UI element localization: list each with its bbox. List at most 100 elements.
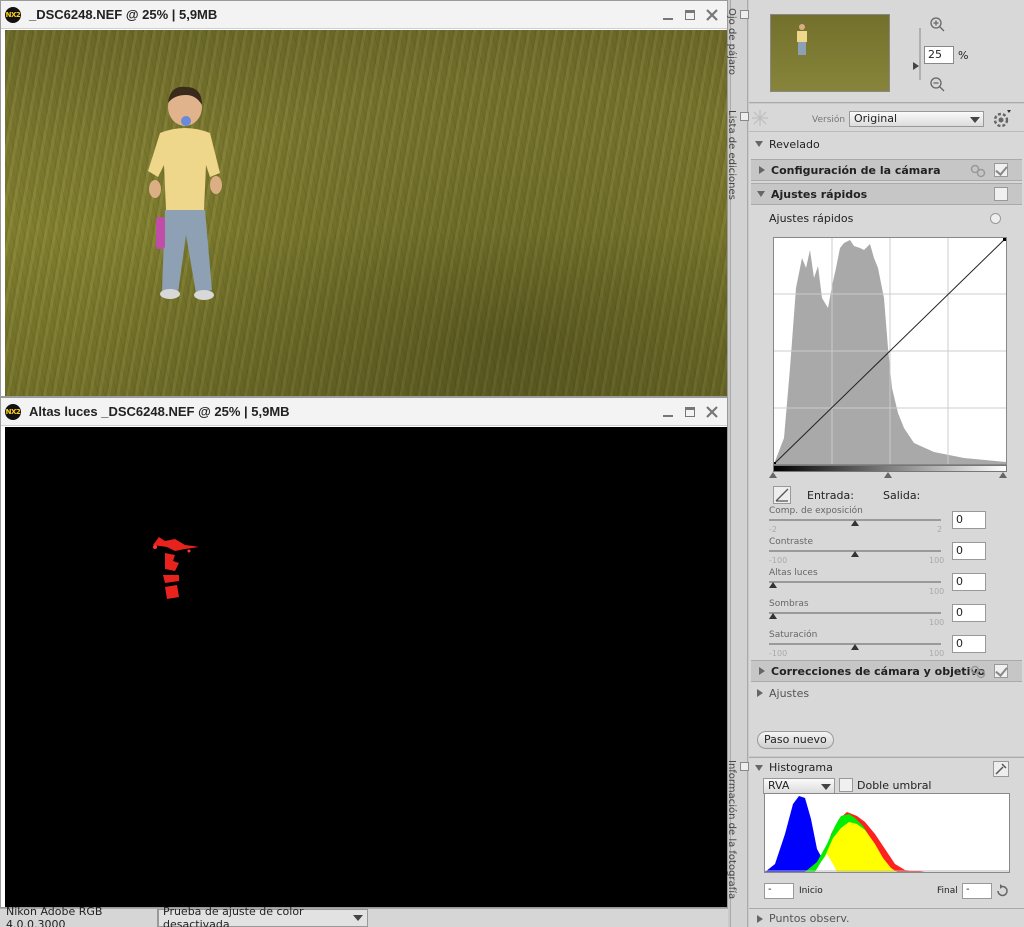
slider-thumb[interactable]	[851, 520, 859, 526]
birdseye-thumbnail[interactable]	[770, 14, 890, 92]
saturation-value[interactable]: 0	[952, 635, 986, 653]
tab-editlist[interactable]: Lista de ediciones	[726, 106, 749, 226]
histogram-header[interactable]: Histograma	[753, 761, 833, 774]
channel-select[interactable]: RVA	[763, 778, 835, 794]
nx-logo-icon: NX2	[5, 403, 21, 420]
quick-adjust-sublabel: Ajustes rápidos	[769, 212, 854, 225]
output-label: Salida:	[883, 489, 921, 502]
collapse-icon	[740, 762, 749, 771]
window-title: Altas luces _DSC6248.NEF @ 25% | 5,9MB	[29, 404, 290, 419]
shadows-control: Sombras 100 0	[769, 599, 1019, 630]
close-button[interactable]	[705, 8, 719, 22]
link-icon[interactable]	[970, 665, 986, 679]
highlights-canvas[interactable]	[5, 427, 727, 907]
expand-down-icon	[757, 191, 765, 197]
zoom-out-icon[interactable]	[929, 76, 945, 92]
new-step-button[interactable]: Paso nuevo	[757, 731, 834, 749]
sparkle-icon	[752, 110, 768, 126]
section-camera-settings[interactable]: Configuración de la cámara	[751, 159, 1022, 181]
child-figure	[148, 86, 222, 300]
zoom-input[interactable]: 25	[924, 46, 954, 64]
photo-canvas[interactable]	[5, 30, 727, 396]
tab-birdseye[interactable]: Ojo de pájaro	[726, 4, 749, 100]
slider-thumb[interactable]	[769, 613, 777, 619]
highlight-clip-marks	[153, 537, 199, 599]
document-window-main[interactable]: NX2 _DSC6248.NEF @ 25% | 5,9MB	[0, 0, 728, 397]
slider-track[interactable]	[769, 612, 941, 614]
close-icon	[706, 405, 718, 418]
input-output-row: Entrada: Salida:	[773, 486, 1013, 504]
tone-curve[interactable]	[772, 237, 1007, 466]
double-threshold-label: Doble umbral	[857, 779, 932, 792]
chevron-down-icon	[821, 784, 831, 790]
zoom-slider[interactable]	[912, 26, 924, 82]
section-camera-lens[interactable]: Correcciones de cámara y objetivo	[751, 660, 1022, 682]
camera-lens-checkbox[interactable]	[994, 664, 1008, 678]
link-icon[interactable]	[970, 164, 986, 178]
window-title: _DSC6248.NEF @ 25% | 5,9MB	[29, 7, 218, 22]
highlights-value[interactable]: 0	[952, 573, 986, 591]
section-revelado[interactable]: Revelado	[749, 133, 1024, 155]
minimize-button[interactable]	[661, 405, 675, 419]
start-input[interactable]: -	[764, 883, 794, 899]
curve-tool-button[interactable]	[773, 486, 791, 504]
start-label: Inicio	[799, 886, 823, 896]
reset-icon[interactable]	[995, 884, 1009, 898]
eyedropper-icon	[995, 763, 1007, 775]
gear-icon[interactable]	[991, 108, 1013, 130]
midpoint-handle[interactable]	[884, 472, 892, 478]
document-window-highlights[interactable]: NX2 Altas luces _DSC6248.NEF @ 25% | 5,9…	[0, 397, 728, 908]
collapse-icon	[740, 112, 749, 121]
input-label: Entrada:	[807, 489, 854, 502]
section-watch-points[interactable]: Puntos observ.	[749, 908, 1024, 927]
maximize-button[interactable]	[683, 405, 697, 419]
histogram-tool-button[interactable]	[993, 761, 1009, 777]
zoom-unit: %	[958, 49, 969, 62]
slider-track[interactable]	[769, 581, 941, 583]
close-button[interactable]	[705, 405, 719, 419]
zoom-in-icon[interactable]	[929, 16, 945, 32]
proof-dropdown[interactable]: Prueba de ajuste de color desactivada	[158, 905, 368, 927]
chevron-down-icon	[353, 915, 363, 921]
window-titlebar[interactable]: NX2 Altas luces _DSC6248.NEF @ 25% | 5,9…	[1, 398, 727, 426]
highlights-control: Altas luces 100 0	[769, 568, 1019, 599]
status-bar: Nikon Adobe RGB 4.0.0.3000 Prueba de aju…	[0, 905, 728, 927]
white-point-handle[interactable]	[999, 472, 1007, 478]
section-ajustes[interactable]: Ajustes	[749, 682, 1024, 704]
curve-graph	[772, 237, 1007, 466]
quick-adjust-checkbox[interactable]	[994, 187, 1008, 201]
shadows-value[interactable]: 0	[952, 604, 986, 622]
histogram-panel: Histograma RVA Doble umbral - Inicio Fin…	[749, 757, 1024, 927]
slider-thumb[interactable]	[851, 551, 859, 557]
slider-thumb[interactable]	[769, 582, 777, 588]
input-gradient-bar	[773, 465, 1007, 472]
expand-right-icon	[759, 667, 765, 675]
expand-right-icon	[757, 914, 763, 923]
saturation-control: Saturación -100 100 0	[769, 630, 1019, 661]
contrast-value[interactable]: 0	[952, 542, 986, 560]
double-threshold-checkbox[interactable]	[839, 778, 853, 792]
exposure-value[interactable]: 0	[952, 511, 986, 529]
contrast-control: Contraste -100 100 0	[769, 537, 1019, 568]
minimize-button[interactable]	[661, 8, 675, 22]
color-profile: Nikon Adobe RGB 4.0.0.3000	[0, 905, 158, 927]
expand-right-icon	[757, 689, 763, 697]
nx-logo-icon: NX2	[5, 6, 21, 23]
expand-down-icon	[755, 141, 763, 147]
collapse-icon	[740, 10, 749, 19]
version-label: Versión	[812, 115, 846, 125]
close-icon	[706, 8, 718, 21]
window-titlebar[interactable]: NX2 _DSC6248.NEF @ 25% | 5,9MB	[1, 1, 727, 29]
radio-button[interactable]	[990, 213, 1001, 224]
thumbnail-child	[797, 24, 807, 55]
maximize-button[interactable]	[683, 8, 697, 22]
slider-thumb[interactable]	[851, 644, 859, 650]
black-point-handle[interactable]	[769, 472, 777, 478]
version-select[interactable]: Original	[849, 111, 984, 127]
tab-photo-info[interactable]: Información de la fotografía	[726, 756, 749, 906]
curve-tool-icon	[775, 488, 789, 502]
end-input[interactable]: -	[962, 883, 992, 899]
section-quick-adjust[interactable]: Ajustes rápidos	[751, 183, 1022, 205]
camera-settings-checkbox[interactable]	[994, 163, 1008, 177]
chevron-down-icon	[970, 117, 980, 123]
